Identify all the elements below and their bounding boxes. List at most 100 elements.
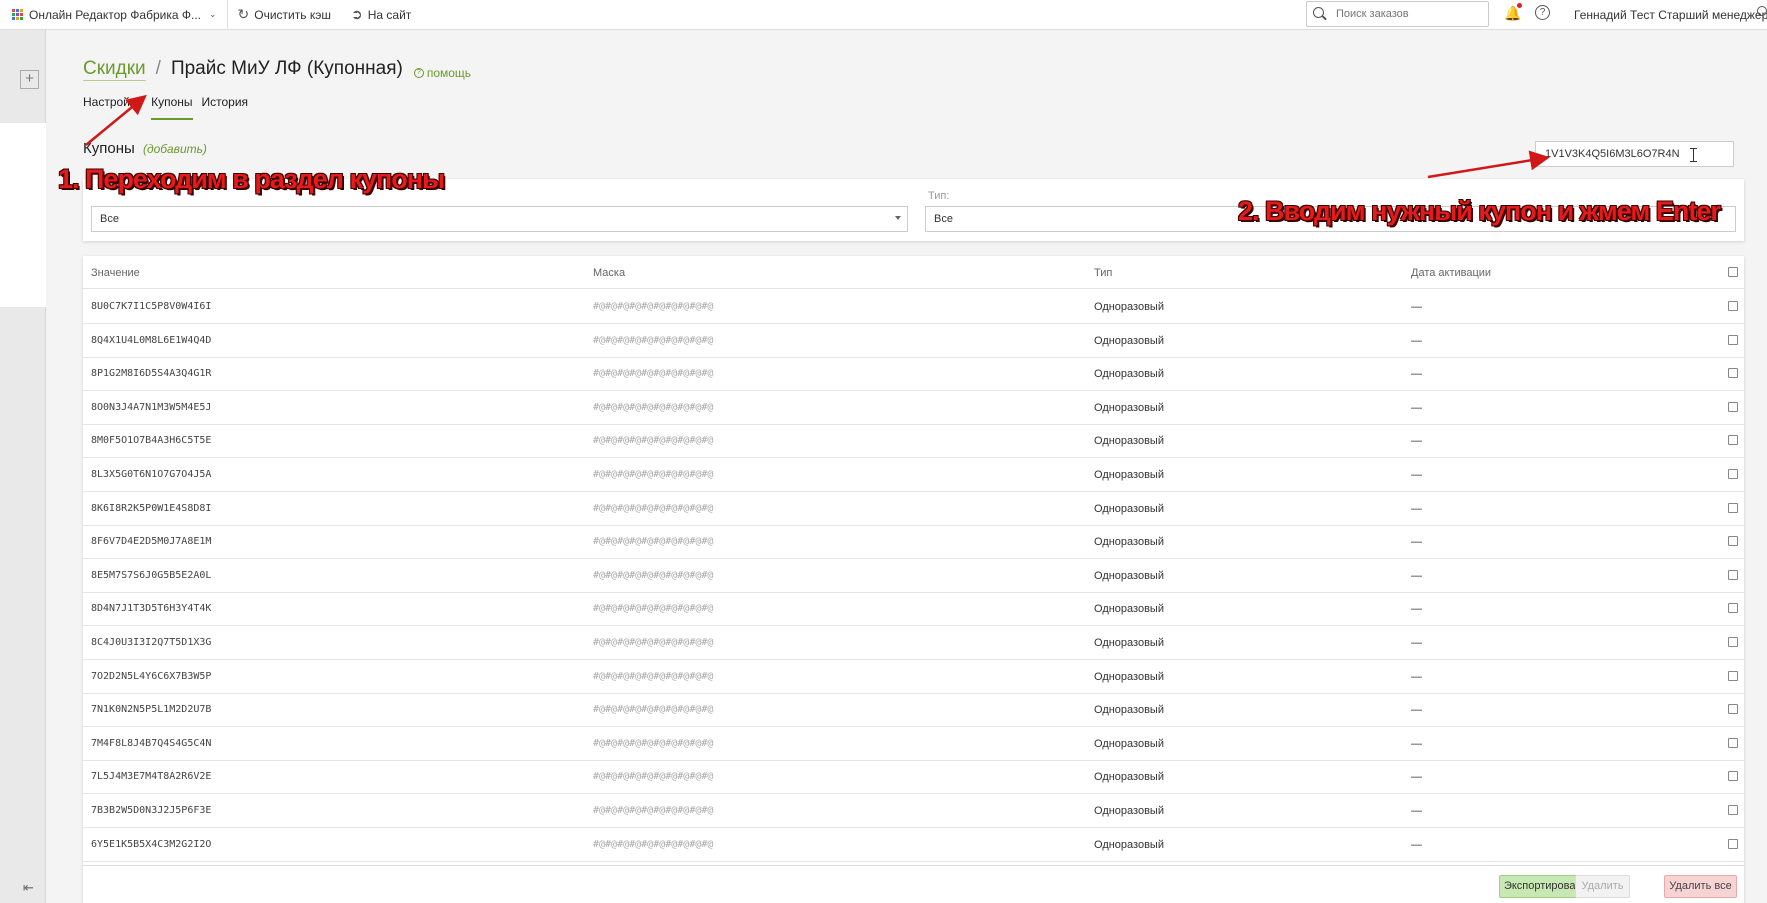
row-checkbox[interactable]	[1728, 334, 1738, 345]
coupon-value-cell: 8Q4X1U4L0M8L6E1W4Q4D	[91, 334, 212, 346]
row-checkbox[interactable]	[1728, 569, 1738, 580]
to-site-link[interactable]: ➲ На сайт	[341, 0, 421, 30]
table-row[interactable]: 7N1K0N2N5P5L1M2D2U7B #@#@#@#@#@#@#@#@#@#@…	[83, 693, 1744, 728]
table-row[interactable]: 8D4N7J1T3D5T6H3Y4T4K #@#@#@#@#@#@#@#@#@#@…	[83, 592, 1744, 627]
coupon-mask-cell: #@#@#@#@#@#@#@#@#@#@	[593, 301, 714, 312]
coupon-value-cell: 8K6I8R2K5P0W1E4S8D8I	[91, 502, 212, 514]
activation-date-cell: —	[1411, 536, 1422, 549]
table-row[interactable]: 8E5M7S7S6J0G5B5E2A0L #@#@#@#@#@#@#@#@#@#@…	[83, 559, 1744, 593]
tab-settings[interactable]: Настройка	[83, 95, 142, 120]
table-row[interactable]: 7M4F8L8J4B7Q4S4G5C4N #@#@#@#@#@#@#@#@#@#@…	[83, 727, 1744, 761]
table-row[interactable]: 8Q4X1U4L0M8L6E1W4Q4D #@#@#@#@#@#@#@#@#@#@…	[83, 324, 1744, 358]
coupon-value-cell: 7M4F8L8J4B7Q4S4G5C4N	[91, 737, 212, 749]
coupon-value-cell: 6Y5E1K5B5X4C3M2G2I2O	[91, 838, 212, 850]
coupon-type-cell: Одноразовый	[1094, 704, 1164, 717]
delete-button[interactable]: Удалить	[1575, 875, 1630, 898]
coupon-value-cell: 8F6V7D4E2D5M0J7A8E1M	[91, 536, 212, 548]
text-cursor-icon	[1690, 148, 1700, 162]
row-checkbox[interactable]	[1728, 805, 1738, 815]
coupon-type-cell: Одноразовый	[1094, 637, 1164, 649]
row-checkbox[interactable]	[1728, 704, 1738, 715]
coupon-value-cell: 7L5J4M3E7M4T8A2R6V2E	[91, 771, 212, 783]
row-checkbox[interactable]	[1728, 435, 1738, 446]
coupon-type-cell: Одноразовый	[1094, 334, 1164, 347]
activation-date-cell: —	[1411, 637, 1422, 649]
tab-history[interactable]: История	[202, 95, 249, 120]
coupons-table: Значение Маска Тип Дата активации 8U0C7K…	[83, 256, 1744, 903]
arrow-to-coupon-input	[1427, 150, 1550, 179]
help-icon[interactable]: ?	[1535, 5, 1550, 20]
coupon-mask-cell: #@#@#@#@#@#@#@#@#@#@	[593, 637, 714, 648]
row-checkbox[interactable]	[1728, 603, 1738, 614]
table-row[interactable]: 7O2D2N5L4Y6C6X7B3W5P #@#@#@#@#@#@#@#@#@#@…	[83, 660, 1744, 694]
table-row[interactable]: 8U0C7K7I1C5P8V0W4I6I #@#@#@#@#@#@#@#@#@#@…	[83, 290, 1744, 324]
table-row[interactable]: 8M0F5O1O7B4A3H6C5T5E #@#@#@#@#@#@#@#@#@#@…	[83, 424, 1744, 459]
coupon-mask-cell: #@#@#@#@#@#@#@#@#@#@	[593, 536, 714, 548]
row-checkbox[interactable]	[1728, 637, 1738, 647]
bell-icon[interactable]: 🔔	[1504, 3, 1522, 23]
coupon-search-input[interactable]	[1535, 141, 1734, 167]
plus-icon[interactable]: +	[20, 70, 39, 89]
table-row[interactable]: 7B3B2W5D0N3J2J5P6F3E #@#@#@#@#@#@#@#@#@#@…	[83, 794, 1744, 828]
coupon-type-cell: Одноразовый	[1094, 805, 1164, 817]
select-all-checkbox[interactable]	[1728, 267, 1738, 277]
chevron-down-icon	[895, 216, 901, 220]
breadcrumb-discounts-link[interactable]: Скидки	[83, 58, 146, 81]
column-header-value[interactable]: Значение	[91, 267, 140, 279]
column-header-mask[interactable]: Маска	[593, 267, 625, 279]
row-checkbox[interactable]	[1728, 536, 1738, 547]
row-checkbox[interactable]	[1728, 838, 1738, 849]
add-coupon-link[interactable]: (добавить)	[143, 142, 207, 156]
column-header-activation-date[interactable]: Дата активации	[1411, 267, 1491, 279]
table-row[interactable]: 8L3X5G0T6N1O7G7O4J5A #@#@#@#@#@#@#@#@#@#@…	[83, 458, 1744, 492]
tab-coupons[interactable]: Купоны	[151, 95, 193, 120]
section-title: Купоны (добавить)	[83, 140, 207, 157]
coupon-type-cell: Одноразовый	[1094, 301, 1164, 313]
clear-cache-button[interactable]: ↻ Очистить кэш	[228, 0, 341, 30]
breadcrumb-separator: /	[155, 58, 161, 79]
help-link-label: помощь	[426, 66, 472, 80]
row-checkbox[interactable]	[1728, 737, 1738, 748]
table-row[interactable]: 8C4J0U3I3I2Q7T5D1X3G #@#@#@#@#@#@#@#@#@#@…	[83, 626, 1744, 660]
top-bar: Онлайн Редактор Фабрика Ф... ⌄ ↻ Очистит…	[0, 0, 1767, 30]
coupon-value-cell: 8M0F5O1O7B4A3H6C5T5E	[91, 435, 212, 447]
coupon-mask-cell: #@#@#@#@#@#@#@#@#@#@	[593, 805, 714, 816]
coupon-type-cell: Одноразовый	[1094, 737, 1164, 750]
help-link[interactable]: ? помощь	[413, 66, 472, 80]
row-checkbox[interactable]	[1728, 401, 1738, 412]
coupon-value-cell: 7O2D2N5L4Y6C6X7B3W5P	[91, 670, 212, 682]
coupon-type-cell: Одноразовый	[1094, 502, 1164, 515]
table-row[interactable]: 6Y5E1K5B5X4C3M2G2I2O #@#@#@#@#@#@#@#@#@#@…	[83, 828, 1744, 862]
app-switcher[interactable]: Онлайн Редактор Фабрика Ф... ⌄	[0, 0, 228, 30]
row-checkbox[interactable]	[1728, 670, 1738, 681]
table-row[interactable]: 8K6I8R2K5P0W1E4S8D8I #@#@#@#@#@#@#@#@#@#@…	[83, 492, 1744, 526]
activation-filter-select[interactable]: Все	[91, 206, 908, 232]
row-checkbox[interactable]	[1728, 771, 1738, 782]
activation-date-cell: —	[1411, 670, 1422, 683]
activation-date-cell: —	[1411, 569, 1422, 582]
table-row[interactable]: 7L5J4M3E7M4T8A2R6V2E #@#@#@#@#@#@#@#@#@#@…	[83, 760, 1744, 795]
table-row[interactable]: 8P1G2M8I6D5S4A3Q4G1R #@#@#@#@#@#@#@#@#@#@…	[83, 357, 1744, 392]
column-header-type[interactable]: Тип	[1094, 267, 1112, 279]
delete-all-button[interactable]: Удалить все	[1664, 875, 1737, 898]
row-checkbox[interactable]	[1728, 301, 1738, 311]
collapse-icon[interactable]: ⇤	[23, 880, 34, 896]
coupon-value-cell: 8D4N7J1T3D5T6H3Y4T4K	[91, 603, 212, 615]
row-checkbox[interactable]	[1728, 502, 1738, 513]
table-row[interactable]: 8O0N3J4A7N1M3W5M4E5J #@#@#@#@#@#@#@#@#@#@…	[83, 391, 1744, 425]
coupon-type-cell: Одноразовый	[1094, 401, 1164, 414]
order-search-box[interactable]	[1306, 1, 1489, 27]
row-checkbox[interactable]	[1728, 368, 1738, 379]
user-name[interactable]: Геннадий Тест Старший менеджер	[1574, 8, 1767, 22]
table-header: Значение Маска Тип Дата активации	[83, 256, 1744, 289]
coupon-mask-cell: #@#@#@#@#@#@#@#@#@#@	[593, 569, 714, 581]
table-row[interactable]: 8F6V7D4E2D5M0J7A8E1M #@#@#@#@#@#@#@#@#@#@…	[83, 525, 1744, 560]
activation-date-cell: —	[1411, 469, 1422, 481]
search-icon	[1313, 7, 1327, 21]
coupon-value-cell: 8U0C7K7I1C5P8V0W4I6I	[91, 301, 212, 312]
order-search-input[interactable]	[1336, 8, 1486, 20]
page-title: Прайс МиУ ЛФ (Купонная)	[170, 58, 403, 79]
user-icon[interactable]	[1755, 6, 1767, 20]
row-checkbox[interactable]	[1728, 469, 1738, 479]
activation-date-cell: —	[1411, 401, 1422, 414]
